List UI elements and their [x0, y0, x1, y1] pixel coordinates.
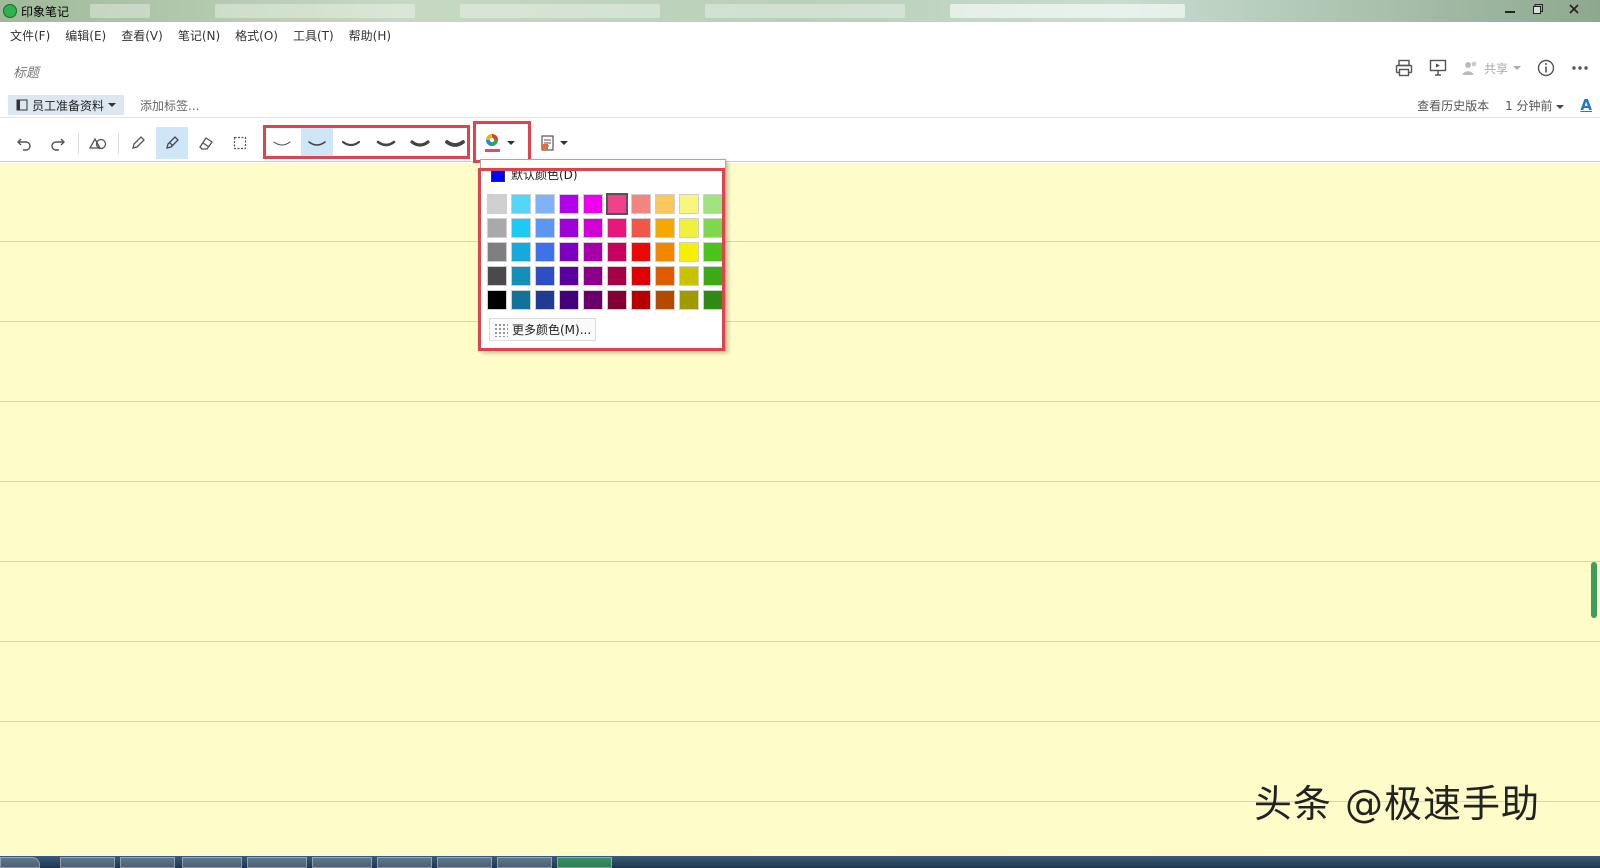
menu-help[interactable]: 帮助(H) — [349, 27, 391, 44]
undo-button[interactable] — [8, 127, 40, 159]
note-title-input[interactable]: 标题 — [13, 62, 39, 81]
highlight-box-widths — [263, 125, 470, 159]
ruled-line — [0, 721, 1600, 722]
taskbar-item[interactable] — [312, 857, 372, 868]
ruled-line — [0, 561, 1600, 562]
pen-icon — [132, 136, 145, 149]
toolbar-divider — [118, 132, 119, 154]
last-edited-dropdown[interactable]: 1 分钟前 — [1505, 97, 1565, 114]
background-window-tab — [705, 4, 905, 18]
notebook-selector[interactable]: 员工准备资料 — [8, 95, 125, 115]
scrollbar-thumb[interactable] — [1591, 562, 1597, 618]
eraser-button[interactable] — [190, 127, 222, 159]
restore-icon — [1533, 4, 1543, 14]
selection-icon — [233, 136, 247, 150]
title-bar: 印象笔记 — [0, 0, 1600, 22]
highlighter-pen-button[interactable] — [156, 127, 188, 159]
chevron-down-icon — [1556, 104, 1565, 109]
windows-taskbar — [0, 856, 1600, 868]
ruled-line — [0, 641, 1600, 642]
more-options-icon[interactable] — [1570, 58, 1590, 78]
chevron-down-icon — [1513, 66, 1521, 70]
taskbar-item[interactable] — [497, 857, 552, 868]
ruled-line — [0, 481, 1600, 482]
taskbar-item[interactable] — [182, 857, 242, 868]
history-link[interactable]: 查看历史版本 — [1417, 97, 1489, 114]
ink-canvas[interactable]: 头条 @极速手助 — [0, 163, 1600, 856]
taskbar-item[interactable] — [120, 857, 175, 868]
presentation-icon[interactable] — [1428, 58, 1448, 78]
notebook-tag-row: 员工准备资料 添加标签... 查看历史版本 1 分钟前 A — [0, 92, 1600, 118]
last-edited-time: 1 分钟前 — [1505, 98, 1553, 113]
share-label: 共享 — [1483, 61, 1508, 76]
notebook-name: 员工准备资料 — [32, 98, 105, 113]
shapes-button[interactable] — [82, 127, 114, 159]
chevron-down-icon — [560, 141, 568, 145]
close-icon — [1569, 4, 1579, 14]
window-title: 印象笔记 — [21, 5, 70, 19]
shapes-icon — [89, 137, 107, 150]
paper-style-button[interactable] — [534, 127, 574, 159]
taskbar-item[interactable] — [437, 857, 492, 868]
chevron-down-icon — [108, 103, 117, 107]
paper-style-icon — [541, 135, 554, 151]
redo-button[interactable] — [42, 127, 74, 159]
pen-button[interactable] — [122, 127, 154, 159]
minimize-button[interactable] — [1496, 0, 1524, 18]
background-window-tab — [460, 4, 660, 18]
share-button[interactable]: 共享 — [1462, 60, 1522, 77]
start-button[interactable] — [0, 857, 40, 868]
note-title-row: 标题 共享 — [0, 56, 1600, 84]
undo-icon — [17, 138, 31, 151]
print-icon[interactable] — [1394, 58, 1414, 78]
menu-format[interactable]: 格式(O) — [235, 27, 278, 44]
taskbar-item[interactable] — [247, 857, 307, 868]
highlighter-icon — [166, 136, 179, 149]
ruled-line — [0, 401, 1600, 402]
font-style-button[interactable]: A — [1580, 96, 1592, 114]
info-icon[interactable] — [1536, 58, 1556, 78]
restore-button[interactable] — [1524, 0, 1552, 18]
ruled-line — [0, 321, 1600, 322]
menu-view[interactable]: 查看(V) — [121, 27, 163, 44]
people-icon — [1462, 61, 1477, 75]
menu-bar: 文件(F) 编辑(E) 查看(V) 笔记(N) 格式(O) 工具(T) 帮助(H… — [0, 22, 1600, 48]
minimize-icon — [1505, 11, 1515, 13]
ink-toolbar — [0, 121, 1600, 163]
background-window-tab — [90, 4, 150, 18]
menu-edit[interactable]: 编辑(E) — [65, 27, 106, 44]
redo-icon — [51, 138, 65, 151]
highlight-box-color-menu — [478, 168, 725, 351]
notebook-icon — [16, 99, 28, 111]
add-tag-input[interactable]: 添加标签... — [140, 97, 199, 114]
toolbar-divider — [78, 132, 79, 154]
evernote-logo-icon — [3, 4, 17, 18]
menu-note[interactable]: 笔记(N) — [178, 27, 220, 44]
watermark-text: 头条 @极速手助 — [1253, 782, 1540, 826]
menu-file[interactable]: 文件(F) — [10, 27, 50, 44]
taskbar-item[interactable] — [60, 857, 115, 868]
background-window-tab — [950, 4, 1185, 18]
highlight-box-color-button — [473, 121, 531, 163]
taskbar-item[interactable] — [377, 857, 432, 868]
lasso-select-button[interactable] — [224, 127, 256, 159]
eraser-icon — [199, 137, 213, 150]
close-button[interactable] — [1552, 0, 1596, 18]
taskbar-item-evernote[interactable] — [557, 857, 612, 868]
background-window-tab — [215, 4, 415, 18]
ruled-line — [0, 241, 1600, 242]
menu-tools[interactable]: 工具(T) — [293, 27, 334, 44]
